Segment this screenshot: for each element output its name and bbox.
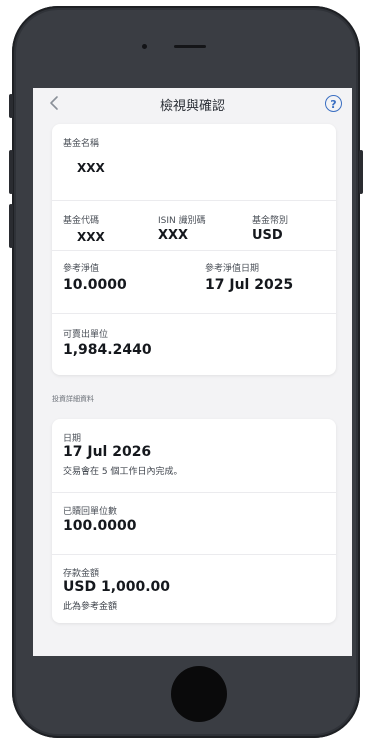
volume-down-button [9, 204, 13, 248]
units-section: 可賣出單位 1,984.2440 [52, 313, 336, 375]
amount-note: 此為參考金額 [63, 602, 118, 612]
fund-currency-value: USD [252, 228, 283, 243]
fund-code-value: XXX [77, 230, 105, 244]
nav-section: 參考淨值 10.0000 參考淨值日期 17 Jul 2025 [52, 250, 336, 314]
fund-codes-section: 基金代碼 XXX ISIN 識別碼 XXX 基金幣別 USD [52, 200, 336, 251]
investment-details-heading: 投資詳細資料 [52, 395, 94, 403]
units-value: 1,984.2440 [63, 342, 152, 358]
units-label: 可賣出單位 [63, 330, 109, 340]
earpiece-speaker [174, 45, 206, 48]
date-label: 日期 [63, 434, 82, 444]
isin-label: ISIN 識別碼 [158, 216, 206, 226]
front-camera [142, 44, 147, 49]
fund-name-label: 基金名稱 [63, 139, 100, 149]
fund-currency-label: 基金幣別 [252, 216, 289, 226]
power-button [359, 150, 363, 194]
amount-section: 存款金額 USD 1,000.00 此為參考金額 [52, 554, 336, 623]
redeemed-units-label: 已贖回單位數 [63, 507, 118, 517]
mute-switch [9, 94, 13, 118]
nav-date-label: 參考淨值日期 [205, 264, 260, 274]
navigation-bar: 檢視與確認 ? [33, 88, 352, 118]
date-note: 交易會在 5 個工作日內完成。 [63, 467, 183, 477]
investment-details-card: 日期 17 Jul 2026 交易會在 5 個工作日內完成。 已贖回單位數 10… [52, 419, 336, 623]
volume-up-button [9, 150, 13, 194]
fund-info-card: 基金名稱 XXX 基金代碼 XXX ISIN 識別碼 XXX 基金幣別 USD … [52, 124, 336, 375]
question-circle-icon[interactable]: ? [325, 95, 342, 112]
amount-label: 存款金額 [63, 569, 100, 579]
amount-value: USD 1,000.00 [63, 579, 171, 595]
redeemed-units-value: 100.0000 [63, 518, 137, 534]
nav-date-value: 17 Jul 2025 [205, 277, 294, 293]
fund-code-label: 基金代碼 [63, 216, 100, 226]
page-title: 檢視與確認 [159, 99, 225, 114]
nav-label: 參考淨值 [63, 264, 100, 274]
date-value: 17 Jul 2026 [63, 444, 152, 460]
fund-name-value: XXX [77, 161, 105, 175]
nav-value: 10.0000 [63, 277, 127, 293]
redeemed-section: 已贖回單位數 100.0000 [52, 492, 336, 555]
home-button[interactable] [171, 666, 227, 722]
isin-value: XXX [158, 228, 189, 243]
app-screen: 檢視與確認 ? 基金名稱 XXX 基金代碼 XXX ISIN 識別碼 XXX 基… [33, 88, 352, 656]
